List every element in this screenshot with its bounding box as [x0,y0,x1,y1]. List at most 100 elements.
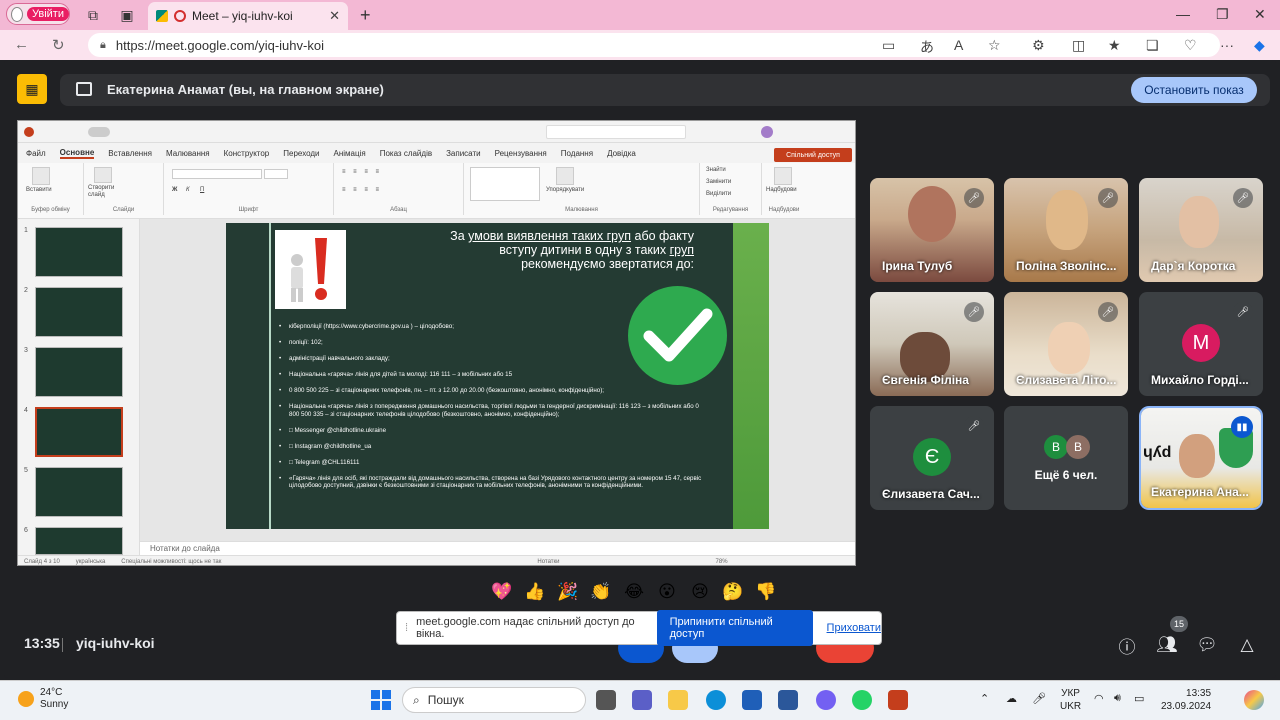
menu-draw[interactable]: Малювання [166,149,210,158]
reaction-surprised[interactable]: 😮 [655,580,679,604]
current-slide[interactable]: За умови виявлення таких груп або факту … [226,223,769,529]
collections-icon[interactable]: ❏ [1146,37,1159,54]
participant-tile[interactable]: Є 🎤︎ Єлизавета Сач... [870,406,994,510]
underline-icon[interactable]: П [200,187,204,193]
reaction-party[interactable]: 🎉 [556,580,580,604]
system-clock[interactable]: 13:35 23.09.2024 [1161,687,1211,713]
task-view-icon[interactable] [596,690,616,710]
participant-tile[interactable]: 🎤︎ Єлизавета Літо... [1004,292,1128,396]
translate-icon[interactable]: あ [920,37,934,57]
tray-mic-icon[interactable]: 🎤︎ [1032,692,1046,705]
font-size-field[interactable] [264,169,288,179]
stop-presentation-button[interactable]: Остановить показ [1131,77,1257,103]
favorite-star-icon[interactable]: ☆ [988,37,1001,54]
menu-transitions[interactable]: Переходи [283,149,319,158]
menu-help[interactable]: Довідка [607,149,636,158]
favorites-icon[interactable]: ★ [1108,37,1121,54]
browser-essentials-icon[interactable]: ♡ [1184,37,1197,54]
copilot-taskbar-icon[interactable] [1244,690,1264,710]
select-button[interactable]: Виділити [706,191,731,197]
camera-icon[interactable]: ▭ [882,37,895,54]
new-tab-button[interactable]: + [360,5,371,26]
tab-actions-icon[interactable]: ▣ [118,6,136,24]
copilot-icon[interactable]: ◆ [1254,37,1265,54]
close-window-button[interactable]: ✕ [1254,6,1266,23]
participant-tile[interactable]: М 🎤︎ Михайло Горді... [1139,292,1263,396]
tray-network-icon[interactable]: ☁ [1006,692,1017,705]
menu-insert[interactable]: Вставлення [108,149,152,158]
people-icon[interactable]: 👥︎ [1154,632,1180,658]
tab-meet[interactable]: Meet – yiq-iuhv-koi ✕ [148,2,348,30]
edge-icon[interactable] [706,690,726,710]
info-icon[interactable]: ⓘ [1114,632,1140,658]
participant-tile[interactable]: 🎤︎ Поліна Зволінс... [1004,178,1128,282]
participant-tile[interactable]: 🎤︎ Ірина Тулуб [870,178,994,282]
status-zoom[interactable]: 78% [716,559,728,565]
volume-icon[interactable]: 🔊︎ [1114,692,1121,705]
reaction-thumbs-down[interactable]: 👎 [754,580,778,604]
split-screen-icon[interactable]: ◫ [1072,37,1085,54]
menu-review[interactable]: Рецензування [495,149,547,158]
italic-icon[interactable]: К [186,187,190,193]
word-icon[interactable] [778,690,798,710]
taskbar-search[interactable]: ⌕ Пошук [402,687,586,713]
menu-view[interactable]: Подання [561,149,593,158]
list-icons[interactable]: ≡ ≡ ≡ ≡ [342,169,382,175]
new-slide-icon[interactable] [94,167,112,183]
minimize-button[interactable]: — [1176,6,1190,22]
presentation-icon[interactable]: ▦ [17,74,47,104]
slide-thumbnail[interactable] [35,287,123,337]
reaction-laugh[interactable]: 😂 [622,580,646,604]
tray-overflow-icon[interactable]: ⌃ [980,692,989,705]
menu-design[interactable]: Конструктор [224,149,270,158]
slide-thumbnail[interactable] [35,527,123,555]
chat-icon[interactable]: 💬︎ [1194,632,1220,658]
reaction-thinking[interactable]: 🤔 [721,580,745,604]
paste-icon[interactable] [32,167,50,185]
replace-button[interactable]: Замінити [706,179,731,185]
align-icons[interactable]: ≡ ≡ ≡ ≡ [342,187,382,193]
arrange-icon[interactable] [556,167,574,185]
reaction-clap[interactable]: 👏 [589,580,613,604]
maximize-button[interactable]: ❐ [1216,6,1229,23]
back-button[interactable]: ← [14,36,29,53]
notes-pane[interactable]: Нотатки до слайда [140,541,855,555]
font-name-field[interactable] [172,169,262,179]
whatsapp-icon[interactable] [852,690,872,710]
participant-tile-self[interactable]: ɥʎd ▮▮ Екатерина Ана... [1139,406,1263,510]
status-notes-button[interactable]: Нотатки [537,559,559,565]
bold-icon[interactable]: Ж [172,187,177,193]
reaction-thumbs-up[interactable]: 👍 [523,580,547,604]
weather-widget[interactable]: 24°C Sunny [18,687,68,711]
find-button[interactable]: Знайти [706,167,726,173]
menu-slideshow[interactable]: Показ слайдів [380,149,432,158]
extensions-icon[interactable]: ⚙ [1032,37,1045,54]
participant-tile[interactable]: 🎤︎ Дар`я Коротка [1139,178,1263,282]
profile-button[interactable]: Увійти [6,3,70,25]
autosave-toggle[interactable] [88,127,110,137]
slide-thumbnail[interactable] [35,347,123,397]
slide-thumbnail-selected[interactable] [35,407,123,457]
reaction-heart[interactable]: 💖 [490,580,514,604]
teams-chat-icon[interactable] [632,690,652,710]
workspaces-icon[interactable]: ⧉ [84,6,102,24]
file-explorer-icon[interactable] [668,690,688,710]
status-accessibility[interactable]: Спеціальні можливості: щось не так [121,559,221,565]
drag-handle-icon[interactable]: ⁞ [405,622,408,634]
participant-tile[interactable]: 🎤︎ Євгенія Філіна [870,292,994,396]
powerpoint-icon[interactable] [888,690,908,710]
ppt-share-button[interactable]: Спільний доступ [774,148,852,162]
close-tab-icon[interactable]: ✕ [329,8,340,24]
store-icon[interactable] [742,690,762,710]
start-button-icon[interactable] [371,690,391,710]
menu-record[interactable]: Записати [446,149,481,158]
refresh-button[interactable]: ↻ [52,36,65,54]
viber-icon[interactable] [816,690,836,710]
addins-icon[interactable] [774,167,792,185]
battery-icon[interactable]: ▭ [1134,692,1144,705]
language-indicator[interactable]: УКР UKR [1060,687,1081,713]
more-participants-tile[interactable]: В В Ещё 6 чел. [1004,406,1128,510]
menu-home[interactable]: Основне [59,148,95,159]
read-aloud-icon[interactable]: A [954,37,963,53]
hide-notice-link[interactable]: Приховати [827,622,881,634]
